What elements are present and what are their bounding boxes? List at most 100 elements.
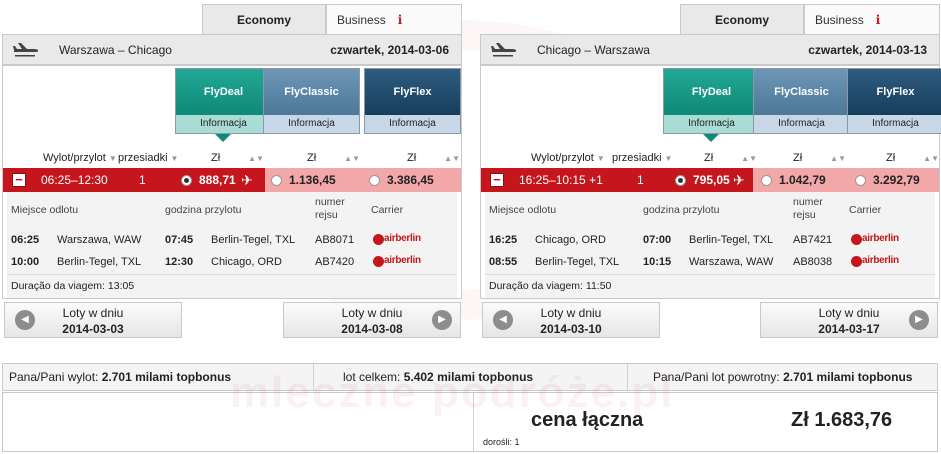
sort-icon: ▲▼ (830, 154, 847, 163)
fare-info-link[interactable]: Informacja (264, 115, 359, 133)
fare-radio-flyflex[interactable] (369, 175, 380, 186)
prev-day-button-outbound[interactable]: ◀ Loty w dniu 2014-03-03 (4, 302, 182, 338)
bonus-total-value: 5.402 milami topbonus (403, 370, 534, 384)
price-flydeal: 888,71 (199, 173, 236, 187)
route-name: Warszawa – Chicago (59, 43, 172, 57)
info-icon[interactable]: i (876, 13, 881, 27)
collapse-button[interactable]: − (490, 173, 504, 187)
fare-name: FlyClassic (754, 69, 849, 115)
price-flydeal: 795,05 (693, 173, 730, 187)
fare-name: FlyClassic (264, 69, 359, 115)
tab-business[interactable]: Business i (326, 4, 462, 34)
details-header-carrier: Carrier (849, 204, 882, 216)
fare-radio-flydeal[interactable] (181, 175, 192, 186)
airberlin-logo: airberlin (373, 255, 421, 269)
fare-info-link[interactable]: Informacja (176, 115, 271, 133)
sort-icon: ▲▼ (444, 154, 461, 163)
fare-table: FlyDeal Informacja FlyClassic Informacja… (2, 65, 462, 299)
col-label: Zł (886, 152, 896, 164)
leg1-from: Chicago, ORD (535, 234, 606, 246)
leg2-to: Chicago, ORD (211, 256, 282, 268)
col-price-flyflex[interactable]: Zł ▲▼ (407, 149, 460, 167)
fare-flydeal[interactable]: FlyDeal Informacja (663, 68, 760, 134)
fare-radio-flyclassic[interactable] (761, 175, 772, 186)
nav-date: 2014-03-17 (818, 322, 880, 336)
sort-icon: ▼ (596, 154, 605, 163)
col-stops[interactable]: przesiadki ▼ (612, 149, 672, 167)
leg2-arr-time: 12:30 (165, 256, 194, 268)
prev-day-button-return[interactable]: ◀ Loty w dniu 2014-03-10 (482, 302, 660, 338)
sort-icon: ▼ (664, 154, 673, 163)
flight-stops: 1 (637, 173, 644, 187)
plane-selected-icon: ✈ (733, 172, 745, 188)
info-icon[interactable]: i (398, 13, 403, 27)
bonus-return-label: Pana/Pani lot powrotny: (653, 370, 780, 384)
divider (485, 274, 935, 275)
col-depart-arrive[interactable]: Wylot/przylot ▼ (531, 149, 605, 167)
fare-flyflex[interactable]: FlyFlex Informacja (847, 68, 941, 134)
fare-radio-flyflex[interactable] (855, 175, 866, 186)
total-price: Zł 1.683,76 (791, 409, 893, 431)
col-price-flydeal[interactable]: Zł ▲▼ (704, 149, 757, 167)
fare-info-link[interactable]: Informacja (754, 115, 849, 133)
col-stops[interactable]: przesiadki ▼ (118, 149, 178, 167)
carrier-name: airberlin (384, 233, 421, 244)
nav-label: Loty w dniu (540, 306, 602, 320)
col-price-flyflex[interactable]: Zł ▲▼ (886, 149, 939, 167)
route-name: Chicago – Warszawa (537, 43, 650, 57)
fare-radio-flydeal[interactable] (675, 175, 686, 186)
flight-times: 06:25–12:30 (41, 173, 108, 187)
carrier-name: airberlin (862, 255, 899, 266)
col-price-flyclassic[interactable]: Zł ▲▼ (307, 149, 360, 167)
col-label: Zł (407, 152, 417, 164)
plane-icon (491, 43, 517, 57)
fare-name: FlyFlex (365, 69, 460, 115)
fare-info-link[interactable]: Informacja (664, 115, 759, 133)
fare-info-link[interactable]: Informacja (848, 115, 941, 133)
col-price-flydeal[interactable]: Zł ▲▼ (211, 149, 264, 167)
next-day-button-outbound[interactable]: ▶ Loty w dniu 2014-03-08 (283, 302, 461, 338)
col-depart-arrive[interactable]: Wylot/przylot ▼ (43, 149, 117, 167)
fare-flyclassic[interactable]: FlyClassic Informacja (263, 68, 360, 134)
leg2-flight: AB8038 (793, 256, 833, 268)
flight-row[interactable]: − 16:25–10:15 +1 1 795,05 ✈ 1.042,79 3.2… (481, 168, 939, 192)
route-date: czwartek, 2014-03-13 (808, 43, 927, 57)
total-label: cena łączna (531, 409, 644, 431)
fare-info-link[interactable]: Informacja (365, 115, 460, 133)
bonus-outbound-label: Pana/Pani wylot: (9, 370, 99, 384)
leg2-from: Berlin-Tegel, TXL (535, 256, 620, 268)
col-label: Zł (704, 152, 714, 164)
total-price-box: cena łączna Zł 1.683,76 dorośli: 1 (2, 392, 938, 452)
col-label: Zł (307, 152, 317, 164)
fare-flyflex[interactable]: FlyFlex Informacja (364, 68, 461, 134)
leg1-dep-time: 16:25 (489, 234, 518, 246)
fare-flydeal[interactable]: FlyDeal Informacja (175, 68, 272, 134)
divider (473, 393, 474, 451)
col-label: Zł (793, 152, 803, 164)
leg1-arr-time: 07:45 (165, 234, 194, 246)
airberlin-logo: airberlin (851, 233, 899, 247)
fare-flyclassic[interactable]: FlyClassic Informacja (753, 68, 850, 134)
details-header-arrival: godzina przylotu (165, 204, 242, 216)
tab-economy[interactable]: Economy (202, 4, 326, 34)
cabin-tabs: Economy Business i (202, 4, 462, 34)
leg1-from: Warszawa, WAW (57, 234, 142, 246)
col-price-flyclassic[interactable]: Zł ▲▼ (793, 149, 846, 167)
route-date: czwartek, 2014-03-06 (330, 43, 449, 57)
tab-economy[interactable]: Economy (680, 4, 804, 34)
details-header-carrier: Carrier (371, 204, 404, 216)
fare-name: FlyDeal (664, 69, 759, 115)
nav-date: 2014-03-10 (540, 322, 602, 336)
flight-details: Miejsce odlotu godzina przylotu numer re… (7, 192, 457, 298)
flight-row[interactable]: − 06:25–12:30 1 888,71 ✈ 1.136,45 3.386,… (3, 168, 461, 192)
details-header-origin: Miejsce odlotu (489, 204, 557, 216)
sort-icon: ▼ (170, 154, 179, 163)
divider (627, 364, 628, 390)
next-day-button-return[interactable]: ▶ Loty w dniu 2014-03-17 (760, 302, 938, 338)
fare-radio-flyclassic[interactable] (271, 175, 282, 186)
collapse-button[interactable]: − (12, 173, 26, 187)
airberlin-logo: airberlin (373, 233, 421, 247)
nav-label: Loty w dniu (818, 306, 880, 320)
leg2-arr-time: 10:15 (643, 256, 672, 268)
tab-business[interactable]: Business i (804, 4, 940, 34)
